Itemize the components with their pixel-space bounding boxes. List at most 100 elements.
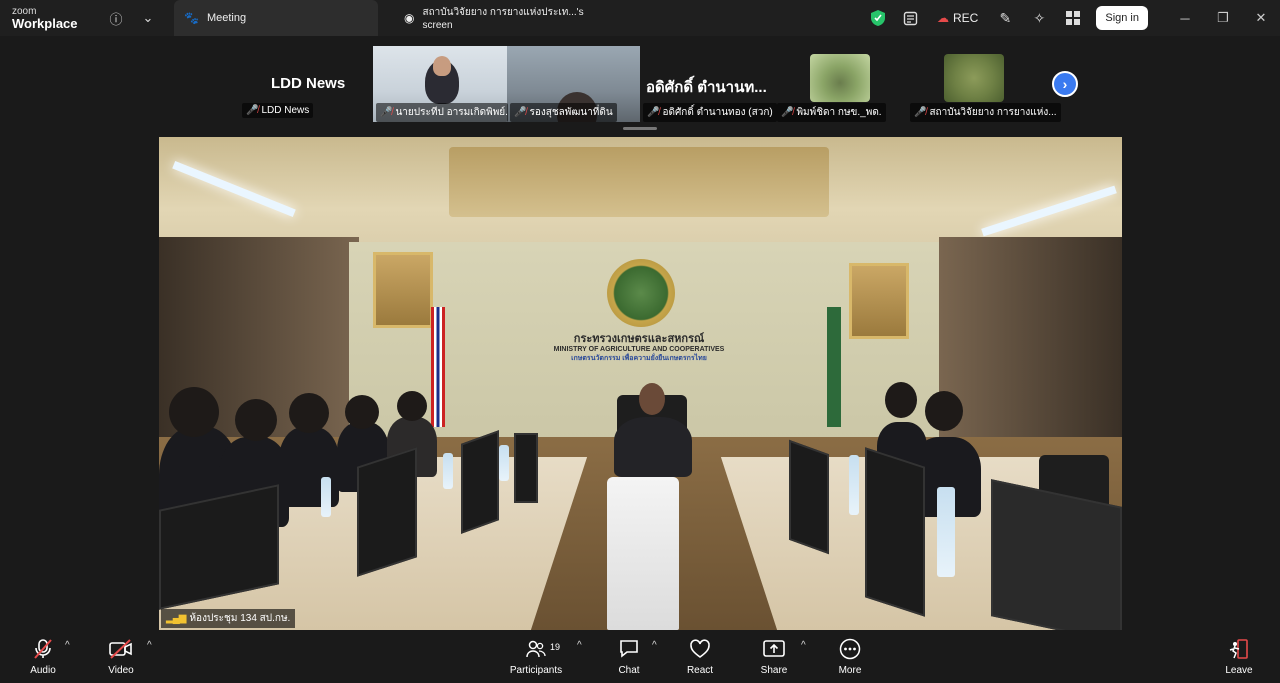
restore-icon[interactable]: ❐ <box>1204 0 1242 36</box>
camera-off-icon <box>109 638 133 662</box>
shield-check-icon[interactable] <box>863 10 893 26</box>
participants-icon <box>525 638 547 662</box>
ministry-wall-text: กระทรวงเกษตรและสหกรณ์ MINISTRY OF AGRICU… <box>539 333 739 363</box>
tile-label-4[interactable]: 🎤̸ อดิศักดิ์ ตำนานทอง (สวก) <box>643 103 777 122</box>
audio-button[interactable]: Audio <box>13 638 73 676</box>
video-options-caret[interactable]: ^ <box>147 640 152 651</box>
mic-muted-icon: 🎤̸ <box>246 105 259 116</box>
mic-muted-icon: 🎤̸ <box>380 107 393 118</box>
tile-label-ldd[interactable]: 🎤̸ LDD News <box>242 103 314 118</box>
water-bottle <box>443 453 453 489</box>
participants-button[interactable]: 19 Participants <box>500 638 572 676</box>
meeting-controls: Audio ^ Video ^ 19 Participants ^ Chat ^ <box>0 632 1280 683</box>
chairperson <box>614 417 692 477</box>
video-label: Video <box>108 665 134 676</box>
title-bar: zoom Workplace ⓘ ⌄ 🐾 Meeting ◉ สถาบันวิจ… <box>0 0 1280 36</box>
gallery-next-button[interactable]: › <box>1052 71 1078 97</box>
title-bar-right: ☁ REC ✎ ✧ Sign in ─ ❐ ✕ <box>863 0 1280 36</box>
chevron-right-icon: › <box>1062 76 1068 92</box>
desk-monitor <box>461 430 499 534</box>
chat-button[interactable]: Chat <box>599 638 659 676</box>
attendee-head <box>345 395 379 429</box>
ceiling-light-left <box>172 160 296 218</box>
paw-icon: 🐾 <box>184 11 199 25</box>
desk-monitor <box>357 447 417 577</box>
sign-in-button[interactable]: Sign in <box>1096 6 1148 30</box>
tile-label-4-text: อดิศักดิ์ ตำนานทอง (สวก) <box>662 107 773 118</box>
microphone-muted-icon <box>32 638 54 662</box>
info-icon[interactable]: ⓘ <box>100 0 132 36</box>
participant-avatar-5[interactable] <box>810 54 870 102</box>
royal-portrait-left <box>373 252 433 328</box>
cloud-record-icon: ☁ <box>937 11 950 25</box>
chat-icon <box>618 638 640 662</box>
attendee-head <box>289 393 329 433</box>
tab-meeting-label: Meeting <box>206 12 247 24</box>
active-speaker-video[interactable]: กระทรวงเกษตรและสหกรณ์ MINISTRY OF AGRICU… <box>159 137 1122 630</box>
apps-icon[interactable] <box>1056 0 1090 36</box>
gallery-strip: LDD News 🎤̸ LDD News 🎤̸ นายประทีป อารมเก… <box>0 36 1280 130</box>
tile-label-3-text: รองสุชลพัฒนาที่ดิน <box>529 107 613 118</box>
share-label: Share <box>760 665 788 676</box>
tile-label-2[interactable]: 🎤̸ นายประทีป อารมเกิดพิพย์... <box>376 103 508 122</box>
share-options-caret[interactable]: ^ <box>801 640 806 651</box>
signal-strength-icon: ▂▄▆ <box>166 613 186 624</box>
attendee-head <box>235 399 277 441</box>
participants-count: 19 <box>550 642 561 652</box>
gallery-resize-handle[interactable] <box>623 127 657 130</box>
ceiling-panel <box>449 147 829 217</box>
sparkle-icon[interactable]: ✧ <box>1022 0 1056 36</box>
mic-muted-icon: 🎤̸ <box>514 107 527 118</box>
attendee-head <box>169 387 219 437</box>
tile-label-3[interactable]: 🎤̸ รองสุชลพัฒนาที่ดิน <box>510 103 617 122</box>
air-purifier <box>607 477 679 630</box>
more-button[interactable]: More <box>820 638 880 676</box>
water-bottle <box>849 455 859 515</box>
logo-line2: Workplace <box>12 15 78 31</box>
attendee-head <box>925 391 963 431</box>
share-button[interactable]: Share <box>744 638 804 676</box>
desk-monitor <box>514 433 538 503</box>
chat-label: Chat <box>618 665 640 676</box>
notes-icon[interactable] <box>893 0 927 36</box>
minimize-icon[interactable]: ─ <box>1166 0 1204 36</box>
attendee-head <box>397 391 427 421</box>
participant-avatar-6[interactable] <box>944 54 1004 102</box>
active-speaker-label: ▂▄▆ ห้องประชุม 134 สป.กษ. <box>161 609 296 628</box>
share-screen-icon <box>762 638 786 662</box>
participants-label: Participants <box>509 665 563 676</box>
tab-screen-share[interactable]: ◉ สถาบันวิจัยยาง การยางแห่งประเท...'s sc… <box>394 0 594 36</box>
ceiling-light-right <box>981 185 1117 237</box>
video-button[interactable]: Video <box>91 638 151 676</box>
tab-meeting[interactable]: 🐾 Meeting <box>174 0 378 36</box>
close-icon[interactable]: ✕ <box>1242 0 1280 36</box>
mic-muted-icon: 🎤̸ <box>647 107 660 118</box>
attendee-head <box>885 382 917 418</box>
more-icon <box>839 638 861 662</box>
mic-muted-icon: 🎤̸ <box>914 107 927 118</box>
tile-label-ldd-text: LDD News <box>261 105 310 116</box>
chevron-down-icon[interactable]: ⌄ <box>132 0 164 36</box>
more-label: More <box>838 665 862 676</box>
green-flag <box>827 307 841 427</box>
water-bottle <box>321 477 331 517</box>
leave-button[interactable]: Leave <box>1209 638 1269 676</box>
tile-label-5[interactable]: 🎤̸ พิมพ์ชิดา กษข._พด. <box>777 103 886 122</box>
react-button[interactable]: React <box>670 638 730 676</box>
tab-screen-share-label: สถาบันวิจัยยาง การยางแห่งประเท...'s scre… <box>422 7 584 31</box>
water-bottle <box>937 487 955 577</box>
thai-flag <box>431 307 445 427</box>
ministry-emblem <box>607 259 675 327</box>
participants-options-caret[interactable]: ^ <box>577 640 582 651</box>
wall-text-thai: กระทรวงเกษตรและสหกรณ์ <box>573 333 705 345</box>
audio-options-caret[interactable]: ^ <box>65 640 70 651</box>
zoom-logo: zoom Workplace <box>0 6 100 31</box>
desk-monitor <box>789 439 829 555</box>
chairperson-head <box>639 383 665 415</box>
rec-button[interactable]: ☁ REC <box>927 11 988 25</box>
royal-portrait-right <box>849 263 909 339</box>
chat-options-caret[interactable]: ^ <box>652 640 657 651</box>
tile-label-2-text: นายประทีป อารมเกิดพิพย์... <box>395 107 508 118</box>
tile-label-6[interactable]: 🎤̸ สถาบันวิจัยยาง การยางแห่ง... <box>910 103 1061 122</box>
pencil-icon[interactable]: ✎ <box>988 0 1022 36</box>
